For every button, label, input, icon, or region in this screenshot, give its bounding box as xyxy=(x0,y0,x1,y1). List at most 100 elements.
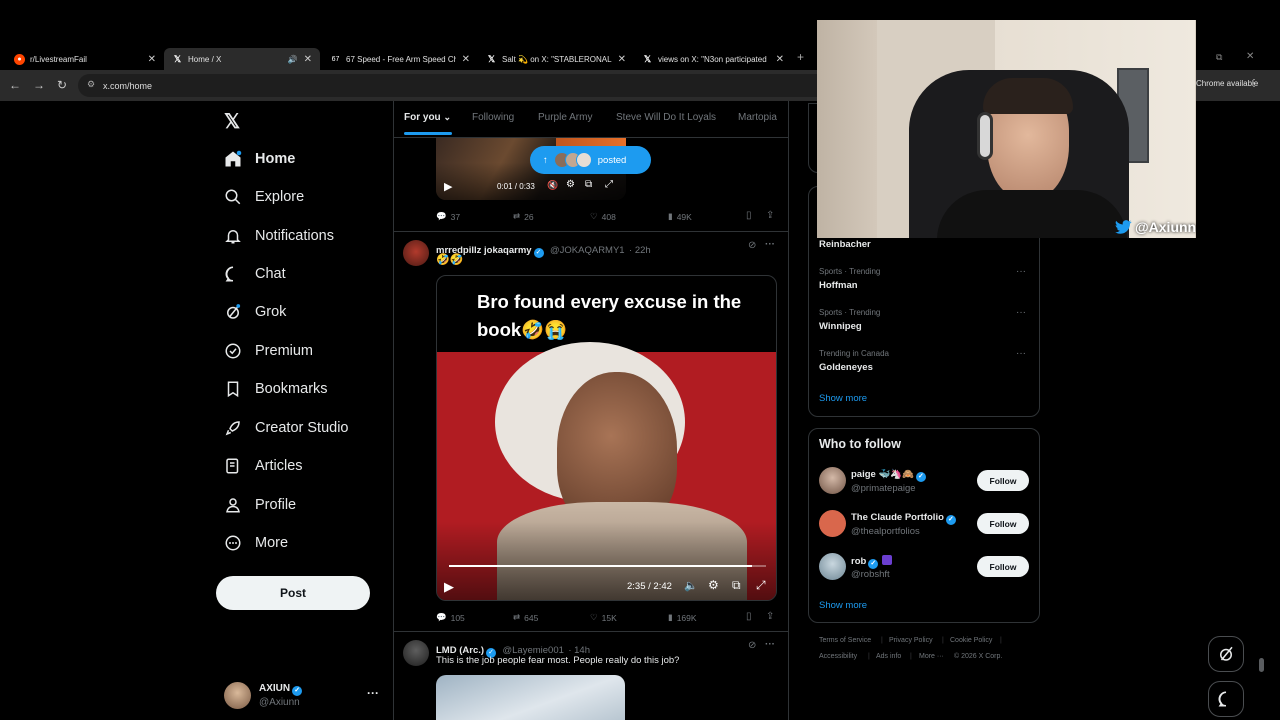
tweet2-avatar[interactable] xyxy=(403,240,429,266)
footer-cookie[interactable]: Cookie Policy xyxy=(950,637,992,644)
trends-show-more[interactable]: Show more xyxy=(819,393,867,404)
trend-more-icon[interactable]: ··· xyxy=(1016,307,1026,318)
messages-floating-button[interactable] xyxy=(1208,681,1244,717)
play-icon[interactable]: ▶ xyxy=(444,579,454,595)
like-button[interactable]: ♡ 408 xyxy=(590,211,616,222)
site-info-icon[interactable]: ⚙ xyxy=(87,79,95,90)
nav-home[interactable]: Home xyxy=(224,144,295,174)
play-icon[interactable]: ▶ xyxy=(444,180,452,193)
like-button[interactable]: ♡ 15K xyxy=(590,612,617,623)
fullscreen-icon[interactable]: ⤢ xyxy=(605,179,613,190)
fullscreen-icon[interactable]: ⤢ xyxy=(756,578,766,593)
volume-icon[interactable]: 🔈 xyxy=(684,579,698,592)
new-tab-icon[interactable]: + xyxy=(797,50,804,64)
post-button[interactable]: Post xyxy=(216,576,370,610)
reply-button[interactable]: 💬 105 xyxy=(436,612,465,623)
follow-button[interactable]: Follow xyxy=(977,556,1029,577)
close-tab-icon[interactable]: ✕ xyxy=(776,54,784,65)
close-tab-icon[interactable]: ✕ xyxy=(462,54,470,65)
restore-window-icon[interactable]: ⧉ xyxy=(1216,52,1222,63)
repost-button[interactable]: ⇄ 26 xyxy=(513,211,534,222)
repost-button[interactable]: ⇄ 645 xyxy=(513,612,538,623)
bookmark-tweet-icon[interactable]: ▯ xyxy=(746,611,752,622)
tab-for-you[interactable]: For you ⌄ xyxy=(404,112,451,123)
account-avatar[interactable] xyxy=(224,682,251,709)
speaker-icon[interactable]: 🔊 xyxy=(288,55,298,64)
close-tab-icon[interactable]: ✕ xyxy=(618,54,626,65)
nav-bookmarks[interactable]: Bookmarks xyxy=(224,374,328,404)
tweet2-video[interactable]: Bro found every excuse in the book🤣😭 xyxy=(436,275,777,601)
follow-avatar[interactable] xyxy=(819,467,846,494)
settings-icon[interactable]: ⚙ xyxy=(566,179,575,190)
trend-name[interactable]: Goldeneyes xyxy=(819,362,873,373)
close-tab-icon[interactable]: ✕ xyxy=(148,54,156,65)
browser-menu-icon[interactable]: ⋮ xyxy=(1249,78,1259,89)
views-button[interactable]: ▮ 169K xyxy=(668,612,697,623)
nav-premium[interactable]: Premium xyxy=(224,336,313,366)
footer-ads-info[interactable]: Ads info xyxy=(876,653,901,660)
follow-name[interactable]: paige 🐳🦄🙈 ✓ xyxy=(851,469,928,482)
share-icon[interactable]: ⇪ xyxy=(766,611,774,622)
x-logo-icon[interactable]: 𝕏 xyxy=(224,109,240,134)
tab-steve-loyals[interactable]: Steve Will Do It Loyals xyxy=(616,112,716,123)
settings-icon[interactable]: ⚙ xyxy=(708,578,719,592)
trend-more-icon[interactable]: ··· xyxy=(1016,348,1026,359)
follow-avatar[interactable] xyxy=(819,510,846,537)
bookmark-tweet-icon[interactable]: ▯ xyxy=(746,210,752,221)
grok-icon[interactable]: ⊘ xyxy=(748,240,756,251)
footer-terms[interactable]: Terms of Service xyxy=(819,637,871,644)
tweet2-author-handle[interactable]: @JOKAQARMY1 xyxy=(550,245,625,256)
forward-icon[interactable]: → xyxy=(33,78,45,92)
trend-name[interactable]: Hoffman xyxy=(819,280,858,291)
follow-avatar[interactable] xyxy=(819,553,846,580)
tab-67-speed[interactable]: 67 67 Speed - Free Arm Speed Cha ✕ xyxy=(322,48,478,70)
follow-show-more[interactable]: Show more xyxy=(819,600,867,611)
follow-name[interactable]: rob ✓ xyxy=(851,555,893,569)
account-menu-icon[interactable]: ··· xyxy=(367,686,379,700)
follow-button[interactable]: Follow xyxy=(977,470,1029,491)
views-button[interactable]: ▮ 49K xyxy=(668,211,692,222)
reply-button[interactable]: 💬 37 xyxy=(436,211,460,222)
nav-grok[interactable]: Grok xyxy=(224,297,286,327)
trend-name[interactable]: Reinbacher xyxy=(819,239,871,250)
account-name[interactable]: AXIUN ✓ xyxy=(259,683,304,696)
footer-more[interactable]: More ··· xyxy=(919,653,944,660)
pip-icon[interactable]: ⧉ xyxy=(732,578,741,593)
pip-icon[interactable]: ⧉ xyxy=(585,179,592,190)
tweet-more-icon[interactable]: ··· xyxy=(765,639,775,650)
grok-icon[interactable]: ⊘ xyxy=(748,640,756,651)
mute-icon[interactable]: 🔇 xyxy=(547,180,558,191)
tweet-more-icon[interactable]: ··· xyxy=(765,239,775,250)
tab-livestreamfail[interactable]: ● r/LivestreamFail ✕ xyxy=(6,48,164,70)
scrollbar-thumb[interactable] xyxy=(1259,658,1264,672)
nav-profile[interactable]: Profile xyxy=(224,490,296,520)
nav-explore[interactable]: Explore xyxy=(224,182,304,212)
footer-privacy[interactable]: Privacy Policy xyxy=(889,637,933,644)
nav-creator-studio[interactable]: Creator Studio xyxy=(224,413,349,443)
trend-more-icon[interactable]: ··· xyxy=(1016,266,1026,277)
tweet2-timestamp[interactable]: · 22h xyxy=(629,245,651,256)
video-progress-track[interactable] xyxy=(449,565,766,567)
close-window-icon[interactable]: ✕ xyxy=(1246,51,1254,62)
tweet3-avatar[interactable] xyxy=(403,640,429,666)
tab-following[interactable]: Following xyxy=(472,112,514,123)
back-icon[interactable]: ← xyxy=(9,78,21,92)
grok-floating-button[interactable] xyxy=(1208,636,1244,672)
nav-articles[interactable]: Articles xyxy=(224,451,303,481)
footer-accessibility[interactable]: Accessibility xyxy=(819,653,857,660)
follow-button[interactable]: Follow xyxy=(977,513,1029,534)
trend-name[interactable]: Winnipeg xyxy=(819,321,862,332)
tab-salt[interactable]: 𝕏 Salt 💫 on X: "STABLERONALDO ✕ xyxy=(478,48,634,70)
share-icon[interactable]: ⇪ xyxy=(766,210,774,221)
tab-home-x[interactable]: 𝕏 Home / X 🔊 ✕ xyxy=(164,48,320,70)
tab-views[interactable]: 𝕏 views on X: "N3on participated ✕ xyxy=(634,48,792,70)
nav-notifications[interactable]: Notifications xyxy=(224,221,334,251)
nav-chat[interactable]: Chat xyxy=(224,259,286,289)
tweet3-media[interactable] xyxy=(436,675,625,720)
nav-more[interactable]: More xyxy=(224,528,288,558)
tab-purple-army[interactable]: Purple Army xyxy=(538,112,592,123)
follow-name[interactable]: The Claude Portfolio ✓ xyxy=(851,512,958,525)
reload-icon[interactable]: ↻ xyxy=(57,78,67,92)
tab-martopia[interactable]: Martopia xyxy=(738,112,777,123)
close-tab-icon[interactable]: ✕ xyxy=(304,54,312,65)
